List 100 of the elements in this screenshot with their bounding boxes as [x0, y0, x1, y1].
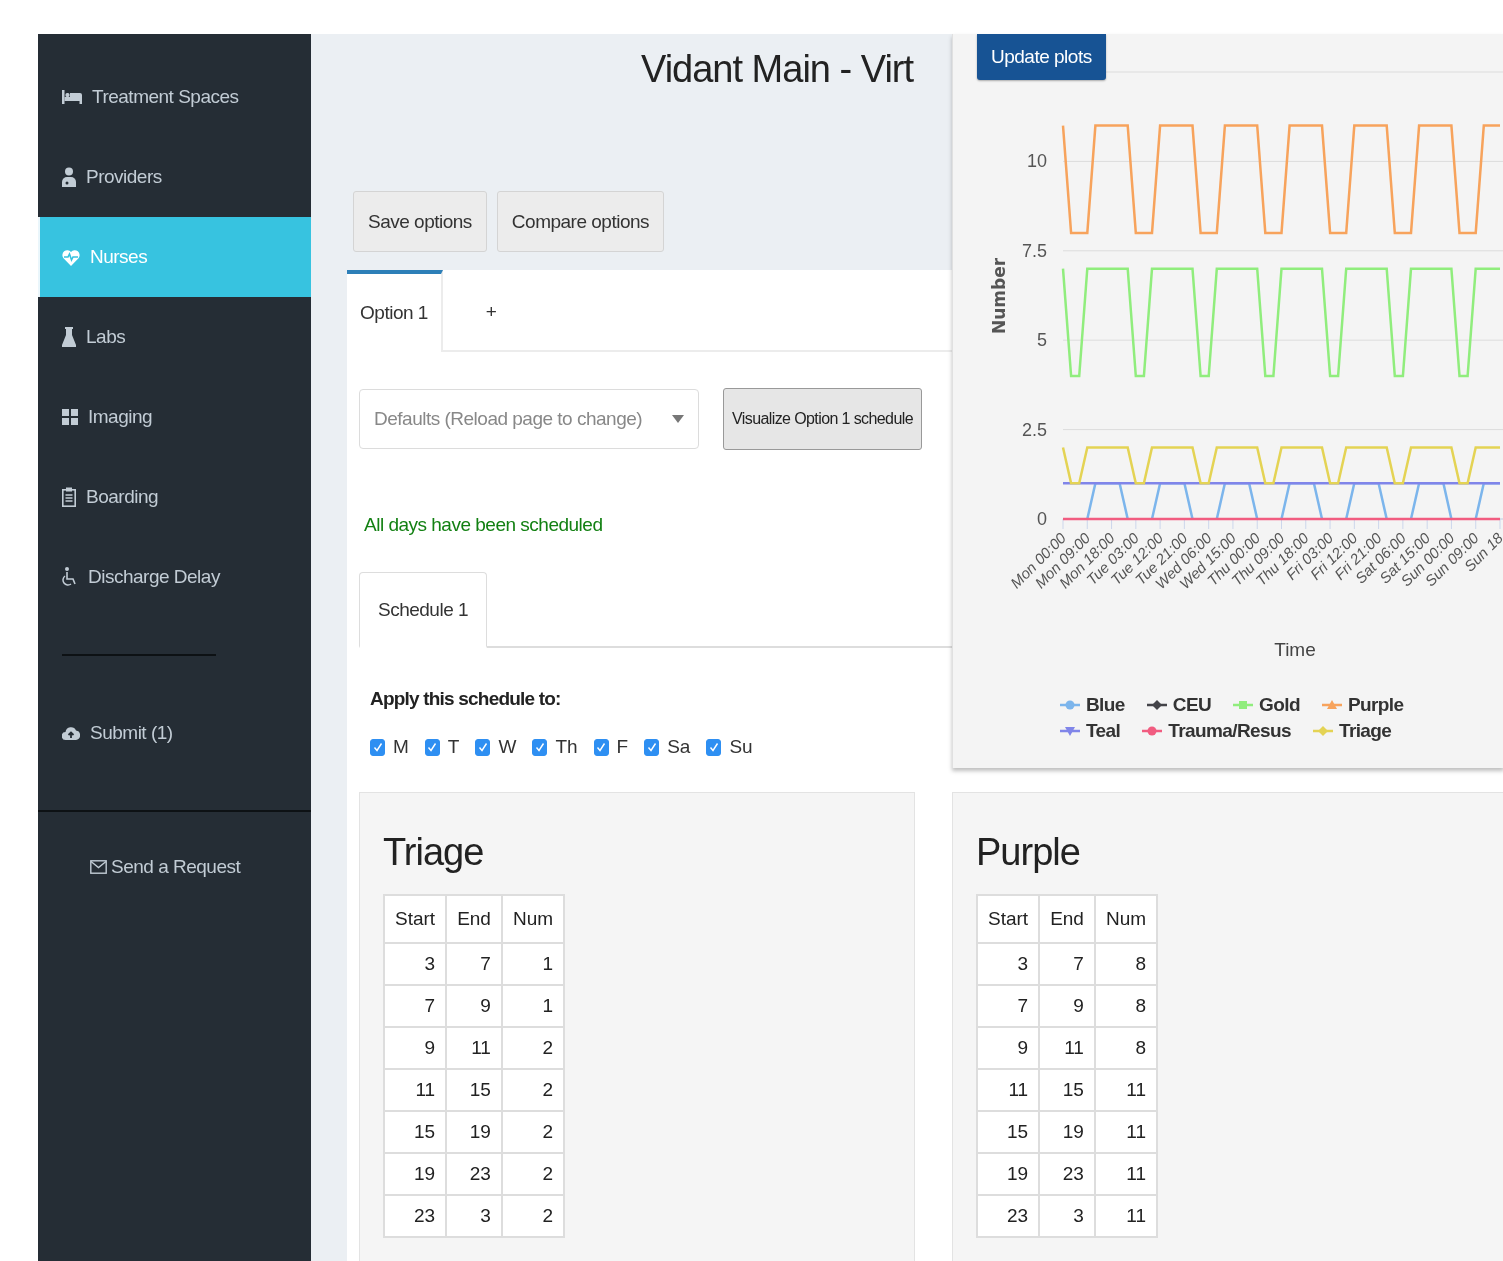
- envelope-icon: [90, 860, 107, 874]
- cloud-upload-icon: [62, 725, 80, 741]
- update-plots-button[interactable]: Update plots: [977, 34, 1106, 80]
- checkbox[interactable]: [475, 738, 491, 756]
- day-label: Sa: [667, 736, 691, 758]
- legend-marker-icon: [1142, 724, 1163, 738]
- schedule-tab[interactable]: Schedule 1: [359, 572, 488, 648]
- heart-pulse-icon: [62, 248, 80, 266]
- y-tick-label: 2.5: [1021, 419, 1047, 440]
- day-label: W: [498, 736, 517, 758]
- table-cell: 11: [1094, 1195, 1158, 1237]
- toolbar-button[interactable]: Compare options: [496, 191, 665, 252]
- x-tick: [1062, 518, 1064, 530]
- sidebar-item[interactable]: Treatment Spaces: [38, 57, 311, 137]
- table-cell: 7: [977, 985, 1040, 1027]
- day-label: F: [616, 736, 629, 758]
- table-cell: 2: [501, 1111, 565, 1153]
- table-cell: 9: [977, 1027, 1040, 1069]
- x-tick: [1111, 518, 1113, 530]
- day-label: Su: [729, 736, 753, 758]
- option-tab[interactable]: Option 1: [347, 270, 443, 352]
- grid-icon: [62, 409, 78, 425]
- table-cell: 1: [501, 943, 565, 985]
- y-tick-label: 0: [1037, 509, 1047, 529]
- x-tick: [1378, 518, 1380, 530]
- checkbox[interactable]: [644, 738, 660, 756]
- x-tick: [1281, 518, 1282, 530]
- table-cell: 8: [1094, 943, 1158, 985]
- checkbox[interactable]: [593, 738, 609, 756]
- table-cell: 23: [1039, 1153, 1095, 1195]
- sidebar-item[interactable]: Boarding: [38, 457, 311, 537]
- table-cell: 9: [446, 985, 502, 1027]
- y-tick-label: 7.5: [1021, 240, 1047, 261]
- check-icon: [477, 742, 488, 752]
- x-tick: [1183, 518, 1185, 530]
- legend-item[interactable]: Gold: [1233, 694, 1300, 716]
- table-cell: 19: [1039, 1111, 1095, 1153]
- check-icon: [596, 742, 607, 752]
- column-header: End: [1039, 895, 1095, 943]
- defaults-dropdown[interactable]: Defaults (Reload page to change): [359, 389, 699, 449]
- legend-marker-icon: [1060, 724, 1080, 738]
- table-cell: 2: [501, 1153, 565, 1195]
- day-label: T: [447, 736, 460, 758]
- table-cell: 7: [384, 985, 447, 1027]
- table-cell: 9: [1039, 985, 1095, 1027]
- legend-marker-icon: [1312, 724, 1333, 738]
- legend-item[interactable]: Blue: [1060, 694, 1125, 716]
- toolbar-button[interactable]: Save options: [353, 191, 487, 252]
- sidebar-item[interactable]: Providers: [38, 137, 311, 217]
- legend-item[interactable]: Triage: [1312, 720, 1392, 742]
- visualize-button[interactable]: Visualize Option 1 schedule: [723, 388, 922, 450]
- check-icon: [708, 742, 719, 752]
- table-cell: 15: [977, 1111, 1040, 1153]
- sidebar-item[interactable]: Discharge Delay: [38, 537, 311, 617]
- legend-item[interactable]: Trauma/Resus: [1142, 720, 1291, 742]
- table-cell: 15: [384, 1111, 447, 1153]
- checkbox[interactable]: [424, 738, 440, 756]
- option-tab[interactable]: +: [443, 270, 539, 350]
- table-cell: 11: [1094, 1111, 1158, 1153]
- checkbox[interactable]: [532, 738, 548, 756]
- column-header: Num: [501, 895, 565, 943]
- x-tick: [1353, 518, 1355, 530]
- clipboard-icon: [62, 487, 76, 507]
- legend-marker-icon: [1233, 698, 1254, 712]
- y-axis-title: Number: [989, 257, 1009, 335]
- table-cell: 3: [446, 1195, 502, 1237]
- check-icon: [534, 742, 545, 752]
- legend-marker-icon: [1322, 698, 1342, 712]
- table-cell: 1: [501, 985, 565, 1027]
- send-request-link[interactable]: Send a Request: [90, 856, 311, 878]
- legend-item[interactable]: Purple: [1322, 694, 1404, 716]
- page-title: Vidant Main - Virt: [640, 47, 914, 92]
- table-cell: 8: [1094, 985, 1158, 1027]
- table-cell: 11: [1039, 1027, 1095, 1069]
- checkbox[interactable]: [370, 738, 385, 756]
- table-cell: 11: [977, 1069, 1040, 1111]
- apply-label: Apply this schedule to:: [370, 688, 561, 710]
- table-cell: 7: [446, 943, 502, 985]
- table-cell: 23: [977, 1195, 1040, 1237]
- table-cell: 11: [446, 1027, 502, 1069]
- sidebar-item[interactable]: Imaging: [38, 377, 311, 457]
- legend-item[interactable]: CEU: [1146, 694, 1212, 716]
- legend-item[interactable]: Teal: [1060, 720, 1121, 742]
- check-icon: [372, 742, 383, 752]
- legend-marker-icon: [1146, 698, 1167, 712]
- table-cell: 23: [446, 1153, 502, 1195]
- checkbox[interactable]: [706, 738, 722, 756]
- x-tick: [1208, 518, 1210, 530]
- table-cell: 11: [1094, 1153, 1158, 1195]
- table-cell: 3: [384, 943, 447, 985]
- sidebar-item[interactable]: Labs: [38, 297, 311, 377]
- submit-link[interactable]: Submit (1): [38, 693, 311, 773]
- day-label: Th: [555, 736, 578, 758]
- y-tick-label: 10: [1026, 151, 1047, 172]
- table-cell: 3: [1039, 1195, 1095, 1237]
- table-cell: 19: [977, 1153, 1040, 1195]
- table-cell: 11: [384, 1069, 447, 1111]
- check-icon: [427, 742, 438, 752]
- table-cell: 2: [501, 1195, 565, 1237]
- table-cell: 19: [446, 1111, 502, 1153]
